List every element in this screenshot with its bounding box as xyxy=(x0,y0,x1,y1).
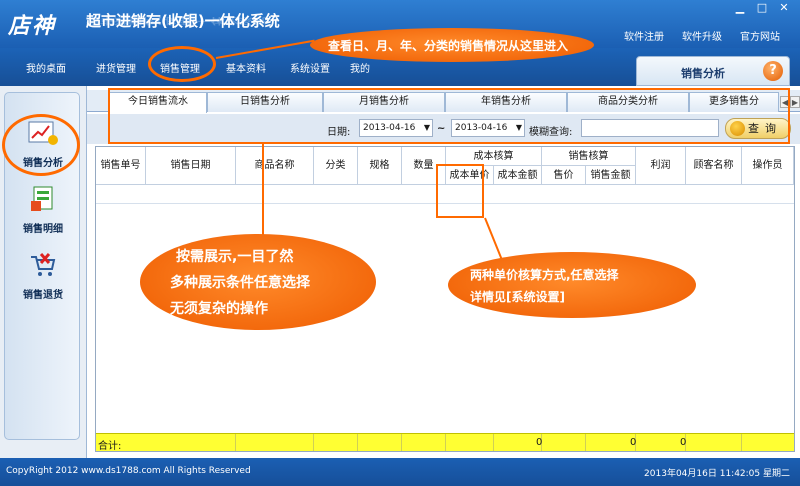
close-icon[interactable]: ✕ xyxy=(774,0,794,16)
status-bar: CopyRight 2012 www.ds1788.com All Rights… xyxy=(0,458,800,486)
col-category[interactable]: 分类 xyxy=(314,147,358,185)
cart-return-icon xyxy=(31,253,56,276)
menu-settings[interactable]: 系统设置 xyxy=(290,60,330,75)
link-website[interactable]: 官方网站 xyxy=(740,28,780,43)
callout-left-line: 多种展示条件任意选择 xyxy=(170,275,310,291)
link-upgrade[interactable]: 软件升级 xyxy=(682,28,722,43)
tab-scroll-right-icon[interactable]: ▶ xyxy=(790,96,800,108)
col-sales-amount[interactable]: 销售金额 xyxy=(586,166,636,185)
callout-right-line: 两种单价核算方式,任意选择 xyxy=(470,268,619,282)
pointer-line xyxy=(262,144,264,240)
help-icon[interactable]: ? xyxy=(763,61,783,81)
menu-desktop[interactable]: 我的桌面 xyxy=(26,60,66,75)
total-cell xyxy=(358,434,402,451)
panel-tab: 销售分析 ? xyxy=(636,56,790,86)
col-product-name[interactable]: 商品名称 xyxy=(236,147,314,185)
callout-right: 两种单价核算方式,任意选择 详情见[系统设置] xyxy=(448,252,696,318)
total-row: 合计: 0 0 0 xyxy=(96,433,794,452)
total-cell xyxy=(542,434,586,451)
total-cell xyxy=(586,434,636,451)
highlight-sales-menu xyxy=(148,46,216,82)
total-cell xyxy=(446,434,494,451)
total-cell xyxy=(402,434,446,451)
top-links: 软件注册 软件升级 官方网站 xyxy=(624,28,780,43)
highlight-cost-price xyxy=(436,164,484,218)
callout-left-line: 无须复杂的操作 xyxy=(170,301,268,317)
total-sales-amount: 0 xyxy=(630,437,637,448)
col-sale-date[interactable]: 销售日期 xyxy=(146,147,236,185)
callout-right-line: 详情见[系统设置] xyxy=(470,290,565,304)
col-customer[interactable]: 顾客名称 xyxy=(686,147,742,185)
maximize-icon[interactable]: □ xyxy=(752,0,772,16)
total-profit: 0 xyxy=(680,437,687,448)
col-operator[interactable]: 操作员 xyxy=(742,147,794,185)
sidebar-item-label: 销售退货 xyxy=(23,290,63,301)
total-cell xyxy=(686,434,742,451)
app-title-reflection: 超市进销存(收银)一体化系统 xyxy=(86,15,267,26)
col-spec[interactable]: 规格 xyxy=(358,147,402,185)
total-cell xyxy=(636,434,686,451)
link-register[interactable]: 软件注册 xyxy=(624,28,664,43)
sidebar-item-sales-return[interactable]: 销售退货 xyxy=(5,247,81,307)
sidebar-item-label: 销售明细 xyxy=(23,224,63,235)
col-profit[interactable]: 利润 xyxy=(636,147,686,185)
total-cell xyxy=(494,434,542,451)
col-sale-price[interactable]: 售价 xyxy=(542,166,586,185)
highlight-sidebar xyxy=(2,114,80,176)
highlight-tabs-filter xyxy=(108,88,790,144)
panel-title: 销售分析 xyxy=(681,67,725,80)
total-cell xyxy=(146,434,236,451)
total-cell xyxy=(314,434,358,451)
report-icon xyxy=(31,186,53,211)
app-logo: 店神 xyxy=(8,13,57,39)
callout-top: 查看日、月、年、分类的销售情况从这里进入 xyxy=(310,28,594,62)
total-label: 合计: xyxy=(98,441,122,452)
col-group-sales: 销售核算 xyxy=(542,147,636,166)
datetime: 2013年04月16日 11:42:05 星期二 xyxy=(644,469,790,479)
total-cell xyxy=(236,434,314,451)
col-order-no[interactable]: 销售单号 xyxy=(96,147,146,185)
callout-top-text: 查看日、月、年、分类的销售情况从这里进入 xyxy=(328,39,569,53)
callout-left-line: 按需展示,一目了然 xyxy=(176,249,294,265)
col-cost-amount[interactable]: 成本金额 xyxy=(494,166,542,185)
menu-purchase[interactable]: 进货管理 xyxy=(96,60,136,75)
callout-left: 按需展示,一目了然 多种展示条件任意选择 无须复杂的操作 xyxy=(140,234,376,330)
menu-mine[interactable]: 我的 xyxy=(350,60,370,75)
menu-basic-info[interactable]: 基本资料 xyxy=(226,60,266,75)
copyright: CopyRight 2012 www.ds1788.com All Rights… xyxy=(6,466,251,476)
total-cost-amount: 0 xyxy=(536,437,543,448)
minimize-icon[interactable]: ▁ xyxy=(730,0,750,16)
sidebar-item-sales-detail[interactable]: 销售明细 xyxy=(5,181,81,241)
window-controls: ▁ □ ✕ xyxy=(730,0,794,16)
